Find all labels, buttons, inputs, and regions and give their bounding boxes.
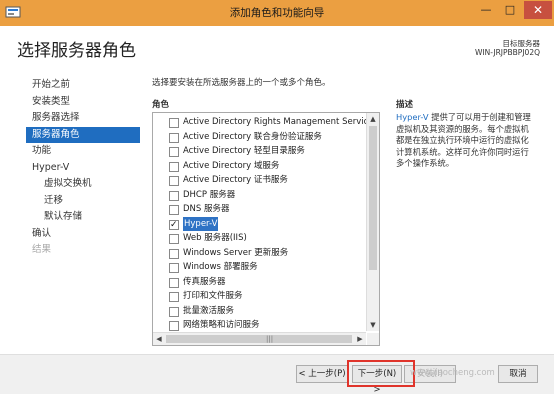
- role-label: 批量激活服务: [183, 305, 235, 316]
- role-checkbox[interactable]: [169, 176, 179, 186]
- previous-button[interactable]: < 上一步(P): [296, 365, 348, 383]
- role-checkbox[interactable]: [169, 292, 179, 302]
- role-checkbox[interactable]: [169, 132, 179, 143]
- role-item[interactable]: 打印和文件服务: [153, 289, 366, 304]
- maximize-button[interactable]: □: [498, 1, 522, 19]
- role-label: Active Directory 轻型目录服务: [183, 146, 305, 156]
- role-checkbox[interactable]: [169, 190, 179, 201]
- role-label: Web 服务器(IIS): [183, 233, 247, 243]
- nav-item-migration[interactable]: 迁移: [26, 193, 140, 210]
- title-bar: 添加角色和功能向导 — □ ✕: [0, 0, 554, 26]
- role-checkbox[interactable]: [169, 248, 179, 259]
- role-checkbox[interactable]: [169, 321, 179, 331]
- role-item[interactable]: Active Directory Rights Management Servi…: [153, 115, 366, 130]
- scroll-left-arrow-icon[interactable]: ◀: [153, 333, 165, 345]
- vertical-scroll-thumb[interactable]: [369, 126, 377, 270]
- role-checkbox-checked[interactable]: [169, 218, 179, 232]
- vertical-scrollbar[interactable]: ▲ ▼: [366, 113, 379, 331]
- nav-item-server-roles[interactable]: 服务器角色: [26, 126, 140, 143]
- role-item[interactable]: 批量激活服务: [153, 304, 366, 319]
- role-item[interactable]: Web 服务器(IIS): [153, 231, 366, 246]
- next-button-highlight: [347, 360, 415, 387]
- roles-header: 角色: [152, 100, 170, 110]
- role-checkbox[interactable]: [169, 234, 179, 244]
- nav-item-installation-type[interactable]: 安装类型: [26, 94, 140, 111]
- role-item[interactable]: Windows Server 更新服务: [153, 246, 366, 261]
- role-label: DNS 服务器: [183, 204, 230, 214]
- nav-item-confirmation[interactable]: 确认: [26, 226, 140, 243]
- role-label: 传真服务器: [183, 276, 226, 287]
- role-label: Active Directory 联合身份验证服务: [183, 131, 322, 142]
- role-item[interactable]: Active Directory 轻型目录服务: [153, 144, 366, 159]
- window-title: 添加角色和功能向导: [229, 7, 325, 19]
- role-item[interactable]: Active Directory 联合身份验证服务: [153, 130, 366, 145]
- role-label: 网络策略和访问服务: [183, 320, 260, 330]
- wizard-window: 添加角色和功能向导 — □ ✕ 选择服务器角色 目标服务器 WIN-JRJPBB…: [0, 0, 554, 395]
- scroll-up-arrow-icon[interactable]: ▲: [367, 113, 379, 125]
- scroll-corner: [367, 333, 379, 345]
- role-checkbox[interactable]: [169, 205, 179, 215]
- role-item[interactable]: Active Directory 证书服务: [153, 173, 366, 188]
- roles-list-items: Active Directory Rights Management Servi…: [153, 115, 366, 331]
- role-label: Active Directory 证书服务: [183, 175, 288, 185]
- role-item[interactable]: 网络策略和访问服务: [153, 318, 366, 331]
- role-label: 打印和文件服务: [183, 291, 243, 301]
- nav-item-virtual-switches[interactable]: 虚拟交换机: [26, 176, 140, 193]
- role-label: Active Directory Rights Management Servi…: [183, 117, 366, 127]
- role-checkbox[interactable]: [169, 306, 179, 317]
- role-label: Windows 部署服务: [183, 262, 258, 272]
- page-title: 选择服务器角色: [17, 41, 136, 61]
- wizard-nav: 开始之前 安装类型 服务器选择 服务器角色 功能 Hyper-V 虚拟交换机 迁…: [26, 77, 140, 259]
- role-item-selected[interactable]: Hyper-V: [153, 216, 366, 232]
- role-item[interactable]: DHCP 服务器: [153, 188, 366, 203]
- scroll-right-arrow-icon[interactable]: ▶: [354, 333, 366, 345]
- role-item[interactable]: Windows 部署服务: [153, 260, 366, 275]
- role-checkbox[interactable]: [169, 118, 179, 128]
- description-header: 描述: [396, 100, 414, 110]
- horizontal-scrollbar[interactable]: ◀ ||| ▶: [153, 332, 366, 345]
- role-checkbox[interactable]: [169, 277, 179, 288]
- role-description: Hyper-V 提供了可以用于创建和管理虚拟机及其资源的服务。每个虚拟机都是在独…: [396, 112, 536, 170]
- cancel-button[interactable]: 取消: [498, 365, 538, 383]
- nav-item-results: 结果: [32, 244, 52, 255]
- nav-item-hyper-v[interactable]: Hyper-V: [26, 160, 140, 177]
- watermark: www.jiaocheng.com: [410, 368, 495, 378]
- nav-item-before-you-begin[interactable]: 开始之前: [26, 77, 140, 94]
- role-label: Active Directory 域服务: [183, 160, 280, 171]
- role-label: DHCP 服务器: [183, 189, 236, 200]
- close-button[interactable]: ✕: [524, 1, 552, 19]
- instruction-text: 选择要安装在所选服务器上的一个或多个角色。: [152, 78, 331, 88]
- role-item[interactable]: DNS 服务器: [153, 202, 366, 217]
- scroll-down-arrow-icon[interactable]: ▼: [367, 319, 379, 331]
- role-item[interactable]: Active Directory 域服务: [153, 159, 366, 174]
- role-checkbox[interactable]: [169, 263, 179, 273]
- role-checkbox[interactable]: [169, 161, 179, 172]
- role-checkbox[interactable]: [169, 147, 179, 157]
- nav-item-default-stores[interactable]: 默认存储: [26, 209, 140, 226]
- role-item[interactable]: 传真服务器: [153, 275, 366, 290]
- scroll-grip-icon: |||: [266, 335, 274, 343]
- nav-item-server-selection[interactable]: 服务器选择: [26, 110, 140, 127]
- nav-item-features[interactable]: 功能: [26, 143, 140, 160]
- horizontal-scroll-thumb[interactable]: |||: [166, 335, 352, 343]
- minimize-button[interactable]: —: [474, 1, 498, 19]
- description-role-name: Hyper-V: [396, 112, 429, 122]
- role-label: Hyper-V: [183, 216, 219, 231]
- roles-list[interactable]: Active Directory Rights Management Servi…: [152, 112, 380, 346]
- role-label: Windows Server 更新服务: [183, 247, 289, 258]
- destination-server-name: WIN-JRJPBBPJ02Q: [475, 48, 540, 57]
